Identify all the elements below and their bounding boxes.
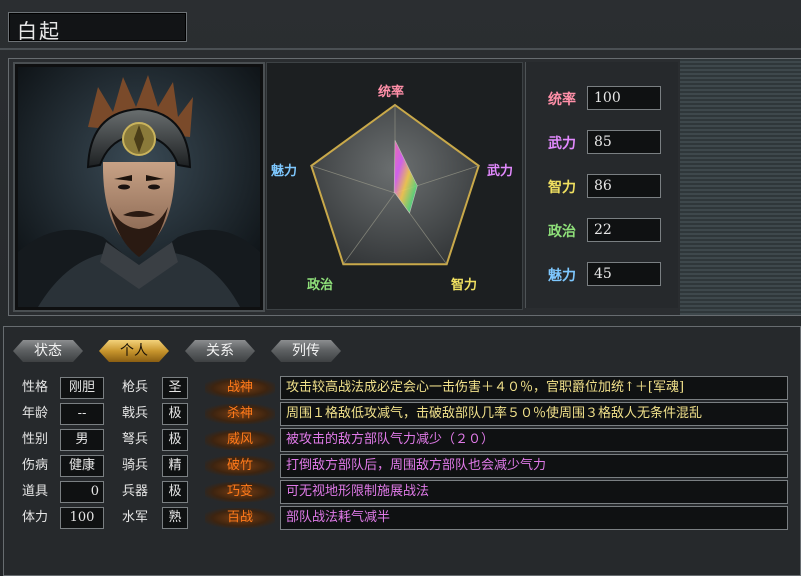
aptitude-value: 圣 xyxy=(162,377,188,399)
skill-description: 攻击较高战法成必定会心一击伤害＋４０％，官职爵位加统↑＋[军魂] xyxy=(280,376,788,400)
stat-value: 45 xyxy=(587,262,661,286)
personal-label: 性别 xyxy=(22,432,49,447)
stat-row: 武力 85 xyxy=(526,130,678,154)
skill-name[interactable]: 巧变 xyxy=(205,482,275,502)
aptitude-value: 极 xyxy=(162,481,188,503)
radar-label-right: 武力 xyxy=(487,164,514,179)
officer-portrait xyxy=(18,67,260,307)
personal-label: 年龄 xyxy=(22,406,49,421)
stat-value: 86 xyxy=(587,174,661,198)
stat-label: 智力 xyxy=(548,180,576,196)
aptitude-label: 水军 xyxy=(122,510,149,525)
stat-value: 22 xyxy=(587,218,661,242)
personal-value: 健康 xyxy=(60,455,104,477)
aptitude-label: 戟兵 xyxy=(122,406,149,421)
personal-label: 体力 xyxy=(22,510,49,525)
aptitude-value: 精 xyxy=(162,455,188,477)
personal-value: 刚胆 xyxy=(60,377,104,399)
radar-label-bottom-right: 智力 xyxy=(451,278,478,293)
skill-description: 可无视地形限制施展战法 xyxy=(280,480,788,504)
aptitude-label: 骑兵 xyxy=(122,458,149,473)
officer-name-box: 白起 xyxy=(8,12,187,43)
officer-info-window: 白起 统率 武力 智力 政治 魅力 统率 100 武力 85 智力 86 政治 … xyxy=(0,0,801,576)
personal-label: 性格 xyxy=(22,380,49,395)
stat-row: 统率 100 xyxy=(526,86,678,110)
stat-row: 魅力 45 xyxy=(526,262,678,286)
aptitude-value: 极 xyxy=(162,403,188,425)
stat-value: 85 xyxy=(587,130,661,154)
officer-name: 白起 xyxy=(17,19,61,43)
personal-value: 0 xyxy=(60,481,104,503)
skill-description: 部队战法耗气减半 xyxy=(280,506,788,530)
tab-personal[interactable]: 个人 xyxy=(99,340,169,362)
header-divider xyxy=(0,48,801,50)
stat-value: 100 xyxy=(587,86,661,110)
portrait-frame xyxy=(13,62,265,312)
stat-label: 武力 xyxy=(548,136,576,152)
personal-value: -- xyxy=(60,403,104,425)
decorative-stripes xyxy=(680,58,801,316)
tab-label: 状态 xyxy=(34,343,62,359)
radar-label-bottom-left: 政治 xyxy=(307,278,334,293)
stat-label: 魅力 xyxy=(548,268,576,284)
tab-label: 个人 xyxy=(120,343,148,359)
ability-radar: 统率 武力 智力 政治 魅力 xyxy=(266,62,523,310)
radar-label-left: 魅力 xyxy=(271,164,298,179)
skill-name[interactable]: 战神 xyxy=(205,378,275,398)
aptitude-label: 弩兵 xyxy=(122,432,149,447)
tab-relations[interactable]: 关系 xyxy=(185,340,255,362)
radar-label-top: 统率 xyxy=(378,85,405,100)
skill-description: 被攻击的敌方部队气力减少（２０） xyxy=(280,428,788,452)
aptitude-label: 兵器 xyxy=(122,484,149,499)
stats-list: 统率 100 武力 85 智力 86 政治 22 魅力 45 xyxy=(525,62,678,308)
stat-row: 智力 86 xyxy=(526,174,678,198)
personal-label: 伤病 xyxy=(22,458,49,473)
stat-row: 政治 22 xyxy=(526,218,678,242)
skill-name[interactable]: 杀神 xyxy=(205,404,275,424)
stat-label: 统率 xyxy=(548,92,576,108)
tab-biography[interactable]: 列传 xyxy=(271,340,341,362)
aptitude-value: 熟 xyxy=(162,507,188,529)
skill-name[interactable]: 百战 xyxy=(205,508,275,528)
stat-label: 政治 xyxy=(548,224,576,240)
tab-label: 列传 xyxy=(292,343,320,359)
skill-description: 打倒敌方部队后，周围敌方部队也会减少气力 xyxy=(280,454,788,478)
skill-description: 周围１格敌低攻减气，击破敌部队几率５０％使周围３格敌人无条件混乱 xyxy=(280,402,788,426)
aptitude-value: 极 xyxy=(162,429,188,451)
tab-status[interactable]: 状态 xyxy=(13,340,83,362)
aptitude-label: 枪兵 xyxy=(122,380,149,395)
personal-label: 道具 xyxy=(22,484,49,499)
skill-name[interactable]: 威风 xyxy=(205,430,275,450)
personal-value: 100 xyxy=(60,507,104,529)
tab-label: 关系 xyxy=(206,343,234,359)
personal-value: 男 xyxy=(60,429,104,451)
skill-name[interactable]: 破竹 xyxy=(205,456,275,476)
